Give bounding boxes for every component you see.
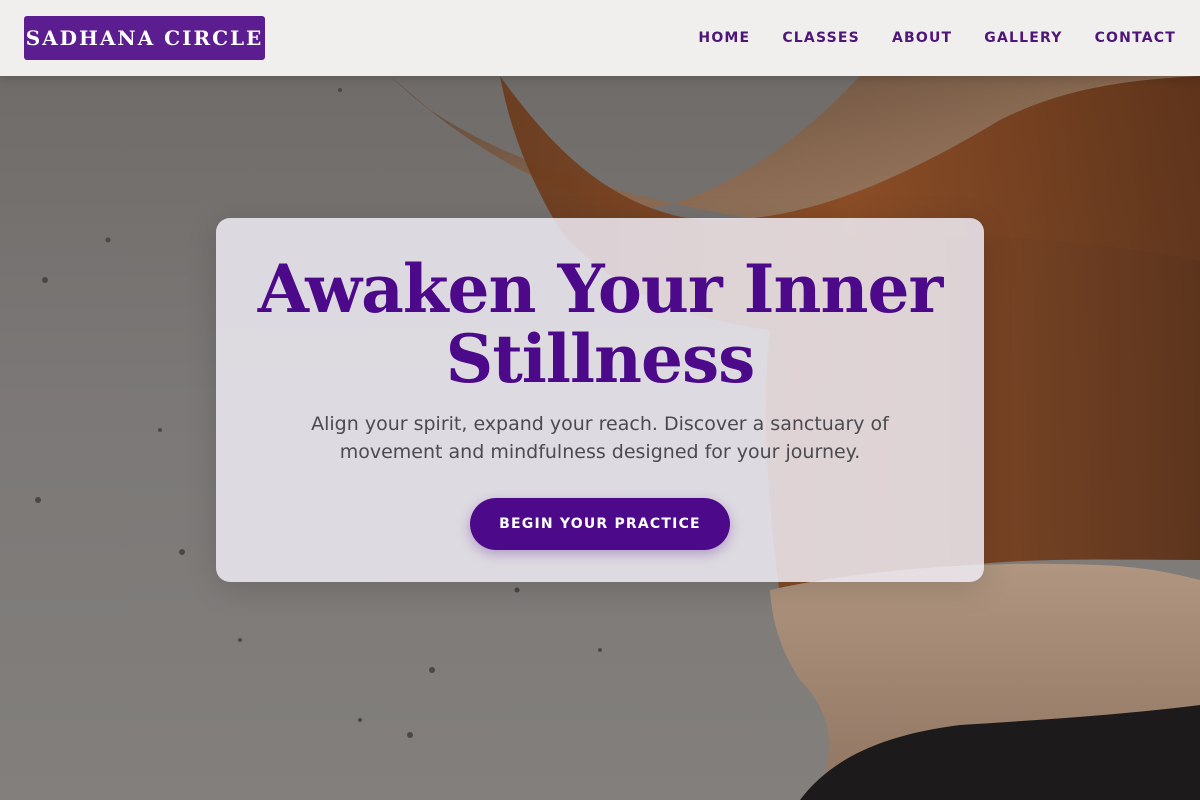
hero-title: Awaken Your Inner Stillness [257, 250, 944, 398]
begin-practice-button[interactable]: BEGIN YOUR PRACTICE [470, 498, 730, 550]
main-nav: HOME CLASSES ABOUT GALLERY CONTACT [698, 0, 1176, 76]
nav-item-home[interactable]: HOME [698, 30, 750, 46]
nav-item-gallery[interactable]: GALLERY [984, 30, 1062, 46]
hero-card: Awaken Your Inner Stillness Align your s… [216, 218, 984, 582]
nav-item-classes[interactable]: CLASSES [782, 30, 860, 46]
nav-item-about[interactable]: ABOUT [892, 30, 952, 46]
nav-item-contact[interactable]: CONTACT [1095, 30, 1176, 46]
hero-subtitle: Align your spirit, expand your reach. Di… [311, 413, 889, 463]
site-header: SADHANA CIRCLE HOME CLASSES ABOUT GALLER… [0, 0, 1200, 76]
brand-logo[interactable]: SADHANA CIRCLE [24, 16, 265, 60]
